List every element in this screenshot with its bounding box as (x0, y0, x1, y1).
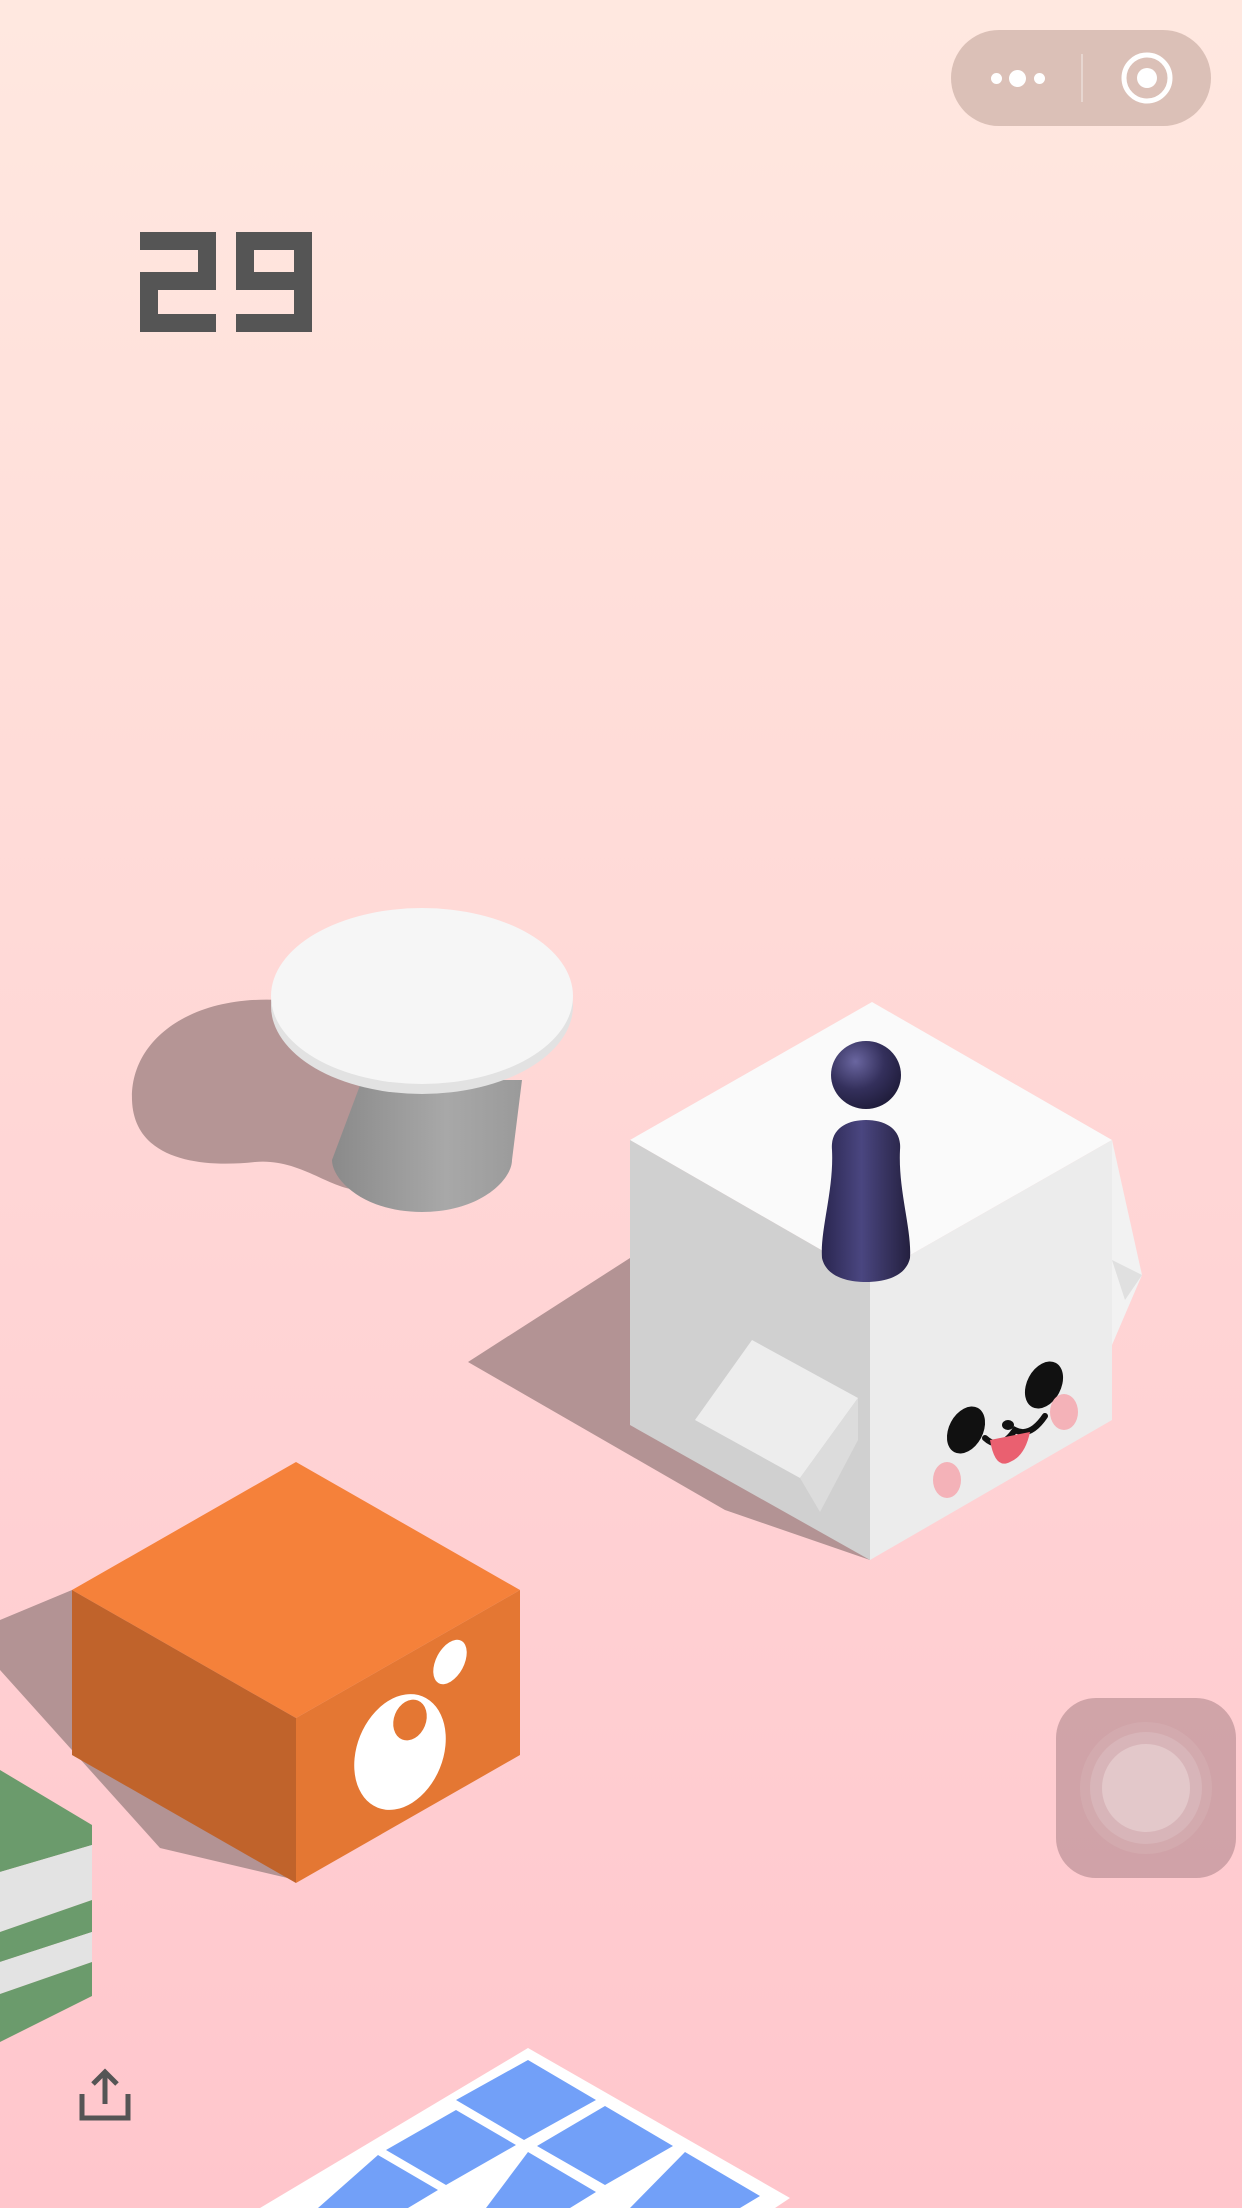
mini-program-capsule (951, 30, 1211, 126)
share-icon (79, 2068, 131, 2121)
player-chess-piece (821, 1041, 911, 1282)
score-counter: 29 (140, 232, 312, 336)
score-digits (140, 232, 312, 332)
round-table-platform (131, 908, 573, 1212)
share-button[interactable] (76, 2066, 134, 2124)
close-button[interactable] (1083, 30, 1211, 126)
floating-assistive-button[interactable] (1056, 1698, 1236, 1878)
assistive-touch-icon (1080, 1722, 1212, 1854)
cat-box-platform (468, 1002, 1142, 1560)
more-button[interactable] (951, 30, 1081, 126)
blue-tile-platform (260, 2048, 790, 2208)
green-stack-platform (0, 1770, 92, 2042)
target-close-icon (1121, 52, 1173, 104)
